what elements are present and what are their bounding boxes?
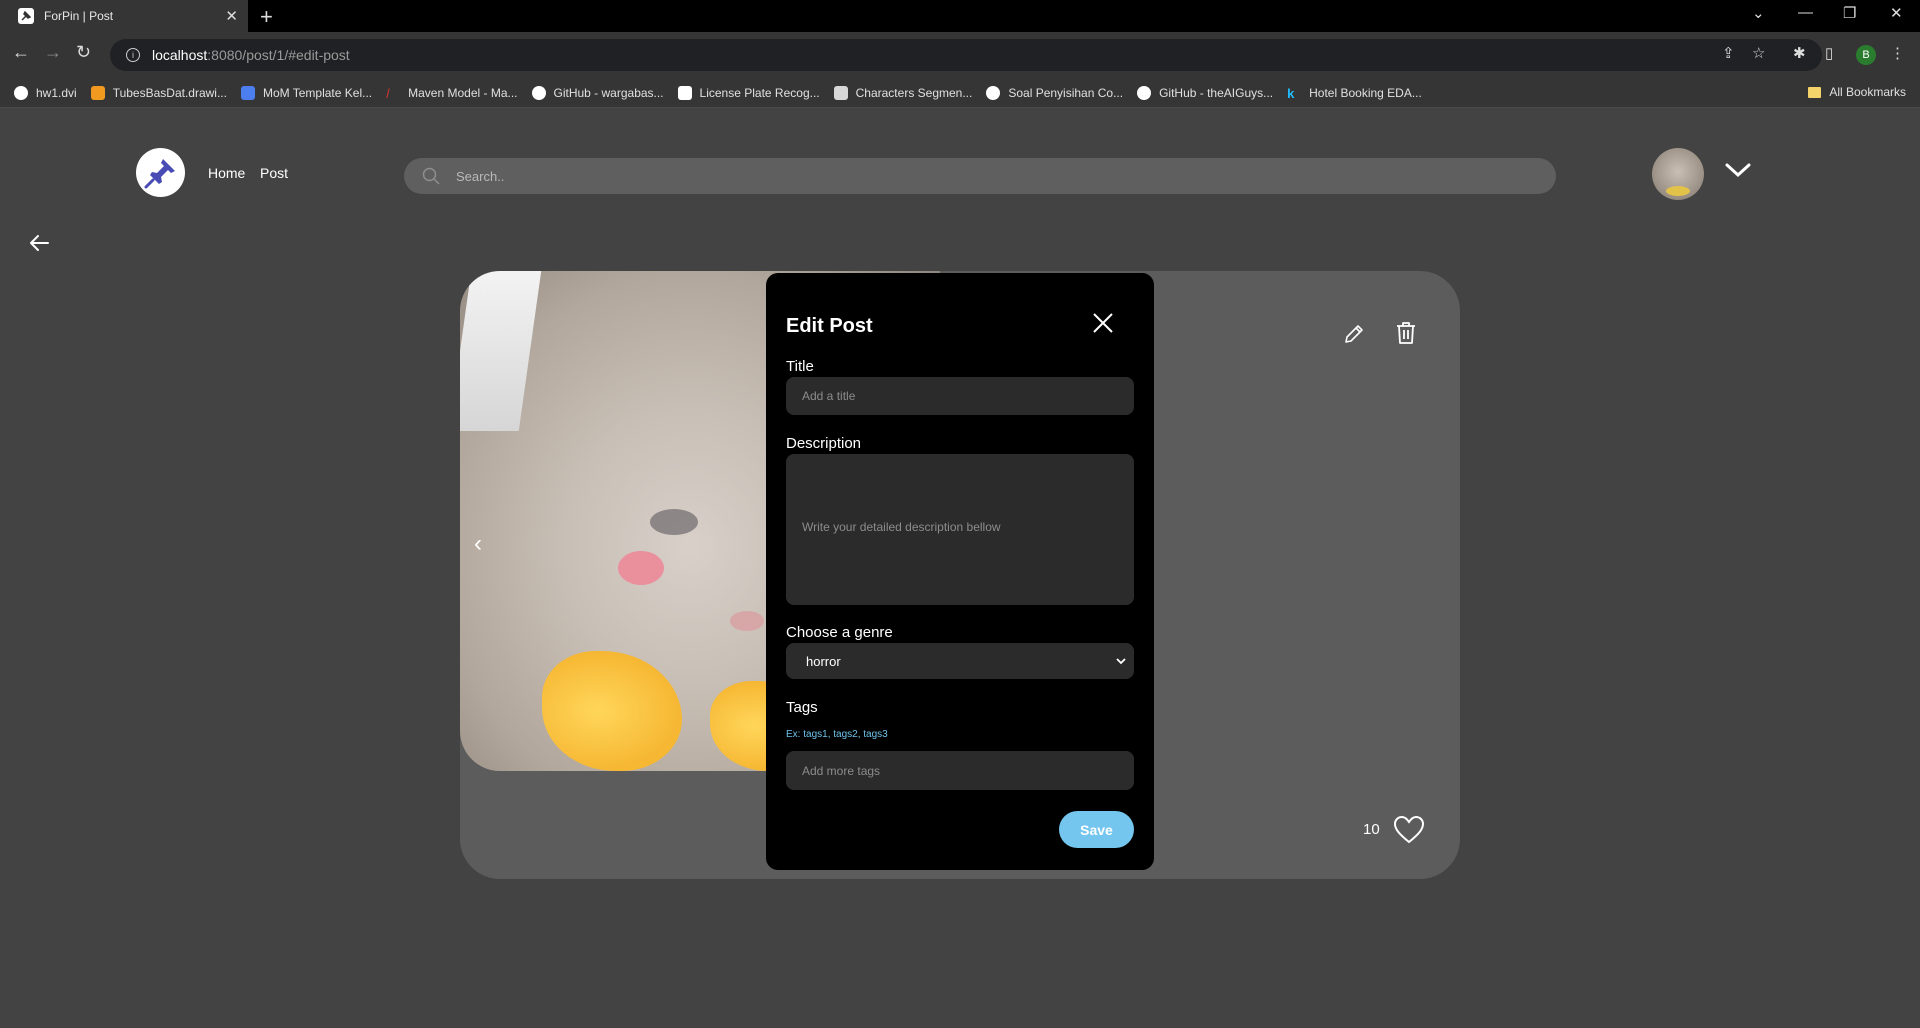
bookmark-label: GitHub - theAIGuys... bbox=[1159, 85, 1274, 100]
bookmark-item[interactable]: / Maven Model - Ma... bbox=[386, 85, 518, 101]
pointing-hand-emoji bbox=[542, 651, 682, 771]
heart-icon[interactable] bbox=[1393, 815, 1425, 845]
genre-select[interactable]: horror bbox=[786, 643, 1134, 679]
pencil-icon[interactable] bbox=[1342, 322, 1366, 346]
bookmarks-bar: hw1.dvi TubesBasDat.drawi... MoM Templat… bbox=[0, 78, 1920, 108]
bookmark-item[interactable]: k Hotel Booking EDA... bbox=[1287, 85, 1422, 101]
image-detail bbox=[618, 551, 664, 585]
profile-avatar[interactable]: B bbox=[1856, 45, 1876, 65]
trash-icon[interactable] bbox=[1394, 320, 1418, 346]
site-info-icon[interactable]: i bbox=[126, 48, 140, 62]
tab-search-icon[interactable]: ⌄ bbox=[1752, 4, 1765, 22]
bookmark-item[interactable]: GitHub - wargabas... bbox=[531, 85, 664, 100]
bookmark-icon bbox=[14, 85, 28, 100]
browser-tab-bar: ForPin | Post ✕ + ⌄ — ❐ ✕ bbox=[0, 0, 1920, 32]
new-tab-icon[interactable]: + bbox=[260, 4, 273, 30]
back-arrow-icon[interactable] bbox=[28, 232, 50, 254]
restore-icon[interactable]: ❐ bbox=[1843, 4, 1856, 22]
pin-icon bbox=[144, 158, 175, 188]
edit-post-modal: Edit Post Title Description Choose a gen… bbox=[766, 273, 1154, 870]
window-close-icon[interactable]: ✕ bbox=[1890, 4, 1903, 22]
description-label: Description bbox=[786, 435, 862, 452]
close-icon[interactable] bbox=[1091, 311, 1115, 335]
bookmark-label: GitHub - wargabas... bbox=[553, 85, 664, 100]
title-input[interactable] bbox=[786, 377, 1134, 415]
all-bookmarks[interactable]: All Bookmarks bbox=[1808, 85, 1906, 99]
extensions-icon[interactable]: ✱ bbox=[1793, 44, 1806, 62]
kaggle-icon: k bbox=[1287, 85, 1295, 101]
nav-home-link[interactable]: Home bbox=[208, 165, 245, 181]
bookmark-label: Soal Penyisihan Co... bbox=[1008, 85, 1124, 100]
bookmark-item[interactable]: TubesBasDat.drawi... bbox=[90, 85, 227, 100]
forward-nav-icon[interactable]: → bbox=[44, 42, 62, 63]
tab-close-icon[interactable]: ✕ bbox=[225, 7, 238, 25]
bookmark-item[interactable]: License Plate Recog... bbox=[677, 85, 820, 100]
bookmark-star-icon[interactable]: ☆ bbox=[1752, 44, 1765, 62]
bookmark-item[interactable]: MoM Template Kel... bbox=[240, 85, 373, 100]
bookmark-icon bbox=[833, 85, 848, 100]
bookmark-item[interactable]: Soal Penyisihan Co... bbox=[986, 85, 1124, 100]
bookmark-label: MoM Template Kel... bbox=[262, 85, 373, 100]
folder-icon bbox=[1808, 86, 1822, 98]
browser-tab[interactable]: ForPin | Post ✕ bbox=[0, 0, 248, 32]
bookmark-label: Maven Model - Ma... bbox=[408, 85, 518, 100]
image-highlight bbox=[460, 271, 542, 431]
bookmark-label: Hotel Booking EDA... bbox=[1309, 85, 1422, 100]
search-icon bbox=[422, 167, 440, 185]
side-panel-icon[interactable]: ▯ bbox=[1825, 44, 1833, 62]
bookmark-icon bbox=[240, 85, 255, 100]
bookmark-label: hw1.dvi bbox=[36, 85, 77, 100]
user-avatar[interactable] bbox=[1652, 148, 1704, 200]
minimize-icon[interactable]: — bbox=[1798, 4, 1813, 21]
address-bar-row: ← → ↻ i localhost:8080/post/1/#edit-post… bbox=[0, 32, 1920, 78]
title-label: Title bbox=[786, 358, 814, 375]
github-icon bbox=[1137, 85, 1152, 100]
bookmark-icon: / bbox=[386, 85, 390, 101]
save-button[interactable]: Save bbox=[1059, 811, 1134, 848]
github-icon bbox=[531, 85, 546, 100]
previous-image-icon[interactable]: ‹ bbox=[474, 530, 482, 558]
image-detail bbox=[730, 611, 764, 631]
bookmark-item[interactable]: Characters Segmen... bbox=[833, 85, 973, 100]
url-host: localhost bbox=[152, 47, 208, 63]
bookmark-item[interactable]: hw1.dvi bbox=[14, 85, 77, 100]
search-input[interactable] bbox=[456, 168, 1456, 184]
image-counter: 1/6 bbox=[477, 284, 497, 300]
tab-title: ForPin | Post bbox=[44, 9, 114, 23]
modal-title: Edit Post bbox=[786, 315, 873, 337]
all-bookmarks-label: All Bookmarks bbox=[1829, 85, 1906, 99]
url-path: :8080/post/1/#edit-post bbox=[207, 47, 350, 63]
medium-icon bbox=[677, 85, 692, 100]
bookmark-item[interactable]: GitHub - theAIGuys... bbox=[1137, 85, 1274, 100]
bookmark-label: Characters Segmen... bbox=[855, 85, 973, 100]
bookmark-icon bbox=[90, 85, 105, 100]
forpin-favicon-icon bbox=[18, 8, 34, 24]
like-count: 10 bbox=[1363, 821, 1380, 838]
chevron-down-icon[interactable] bbox=[1724, 160, 1752, 180]
browser-menu-icon[interactable]: ⋮ bbox=[1890, 44, 1905, 62]
share-icon[interactable]: ⇪ bbox=[1722, 44, 1735, 62]
description-textarea[interactable] bbox=[786, 454, 1134, 605]
github-icon bbox=[986, 85, 1001, 100]
bookmark-label: TubesBasDat.drawi... bbox=[112, 85, 227, 100]
tags-label: Tags bbox=[786, 699, 818, 716]
back-nav-icon[interactable]: ← bbox=[12, 42, 30, 63]
image-detail bbox=[650, 509, 698, 535]
nav-post-link[interactable]: Post bbox=[260, 165, 288, 181]
reload-icon[interactable]: ↻ bbox=[76, 42, 91, 63]
tags-input[interactable] bbox=[786, 751, 1134, 790]
search-bar bbox=[404, 158, 1556, 194]
genre-value: horror bbox=[806, 653, 841, 669]
tags-hint: Ex: tags1, tags2, tags3 bbox=[786, 729, 888, 740]
url-field[interactable]: i localhost:8080/post/1/#edit-post bbox=[110, 39, 1822, 71]
chevron-down-icon bbox=[1116, 658, 1126, 665]
bookmark-label: License Plate Recog... bbox=[699, 85, 820, 100]
forpin-logo[interactable] bbox=[136, 148, 185, 197]
genre-label: Choose a genre bbox=[786, 624, 893, 641]
